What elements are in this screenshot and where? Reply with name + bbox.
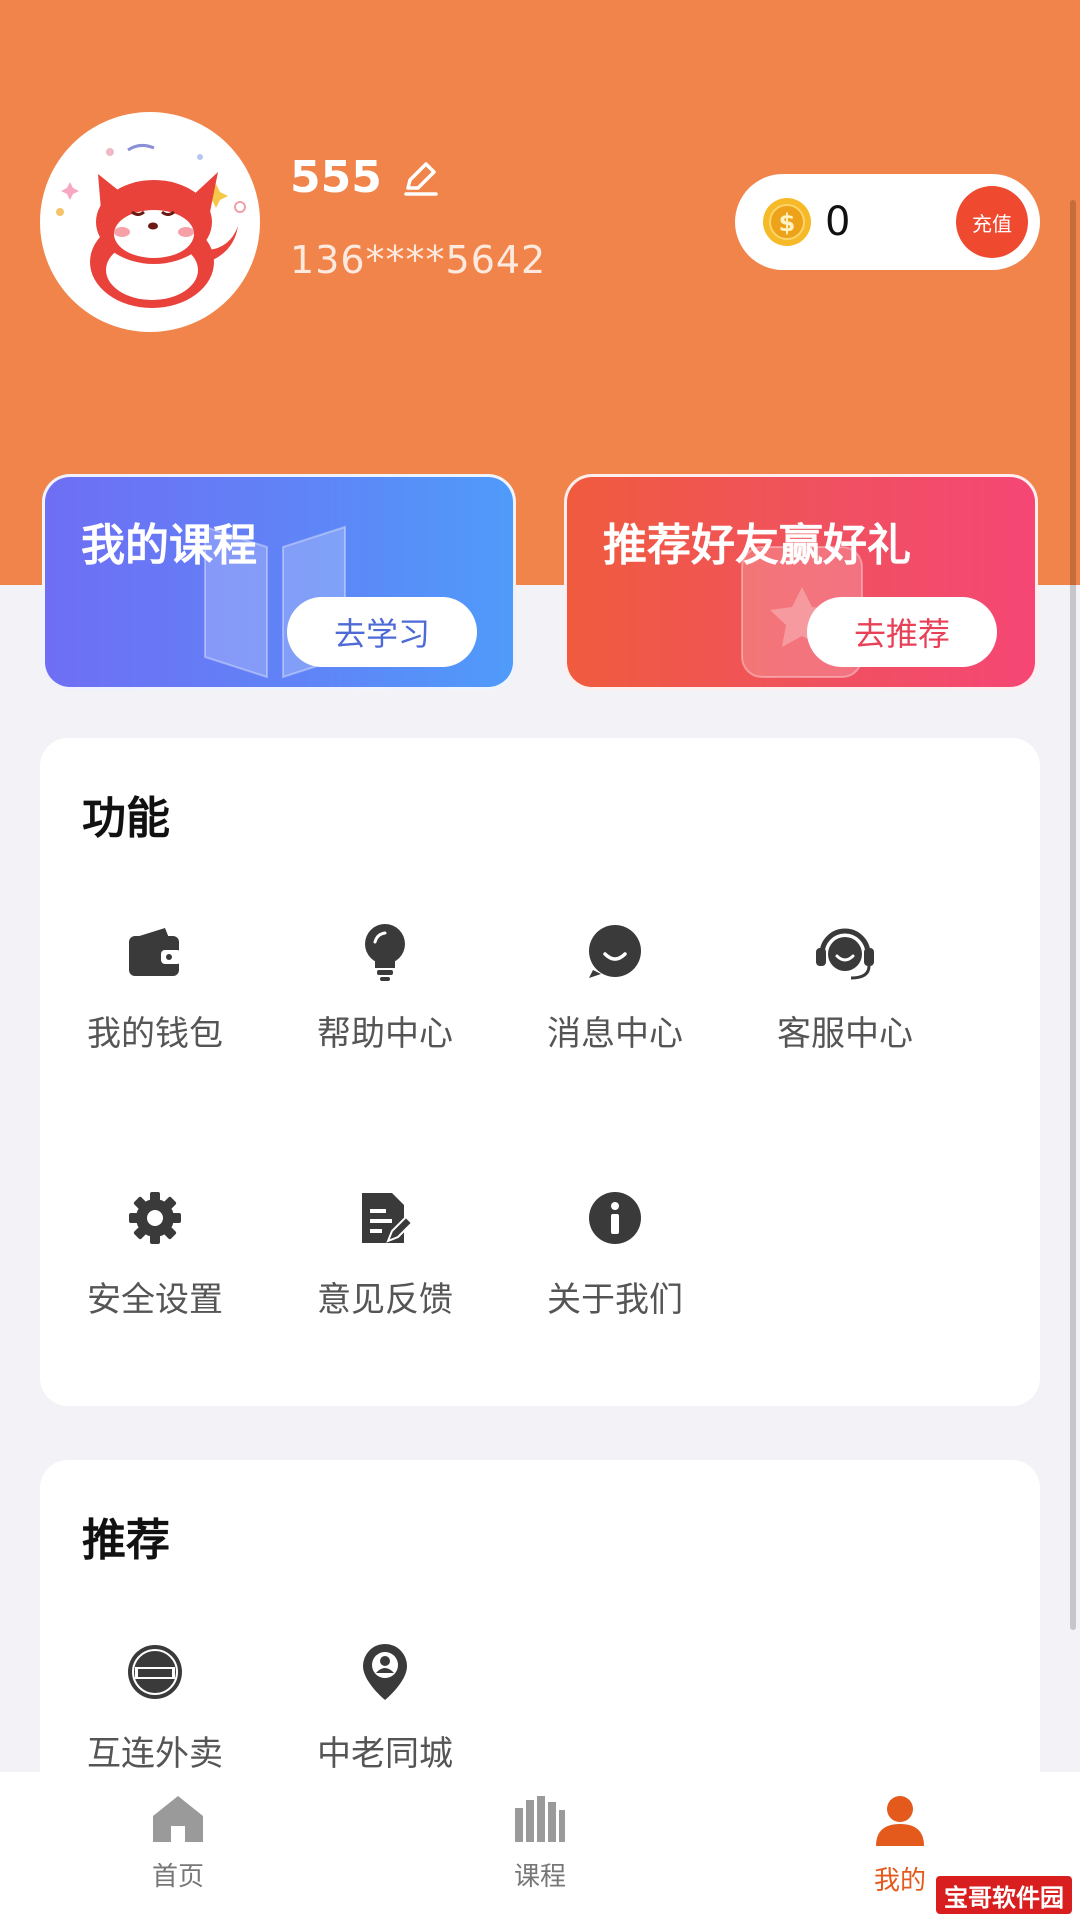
about-us-label: 关于我们 xyxy=(547,1280,683,1320)
help-center-item[interactable]: 帮助中心 xyxy=(270,920,500,1055)
avatar[interactable] xyxy=(40,112,260,332)
wallet-label: 我的钱包 xyxy=(87,1014,223,1054)
message-icon xyxy=(583,920,647,984)
headset-icon xyxy=(813,920,877,984)
hulian-takeout-item[interactable]: 互连外卖 xyxy=(40,1640,270,1775)
feedback-item[interactable]: 意见反馈 xyxy=(270,1186,500,1321)
scrollbar[interactable] xyxy=(1070,200,1076,1630)
tab-mine-label: 我的 xyxy=(873,1866,926,1896)
bottom-tab-bar: 首页 课程 我的 xyxy=(0,1772,1080,1920)
gear-icon xyxy=(123,1186,187,1250)
go-study-button[interactable]: 去学习 xyxy=(287,597,477,667)
help-center-label: 帮助中心 xyxy=(317,1014,453,1054)
lightbulb-icon xyxy=(353,920,417,984)
gold-coin-icon: $ xyxy=(763,198,811,246)
phone-number: 136****5642 xyxy=(290,238,547,282)
tab-home-label: 首页 xyxy=(151,1862,204,1892)
message-center-item[interactable]: 消息中心 xyxy=(500,920,730,1055)
user-icon xyxy=(876,1796,924,1846)
refer-friends-card[interactable]: 推荐好友赢好礼 去推荐 xyxy=(564,474,1038,690)
zhonglao-tongcheng-label: 中老同城 xyxy=(317,1734,453,1774)
message-center-label: 消息中心 xyxy=(547,1014,683,1054)
tab-courses[interactable]: 课程 xyxy=(440,1794,640,1893)
features-title: 功能 xyxy=(82,793,170,844)
customer-service-item[interactable]: 客服中心 xyxy=(730,920,960,1055)
recharge-button[interactable]: 充值 xyxy=(956,186,1028,258)
recommend-panel: 推荐 互连外卖 中老同城 xyxy=(40,1460,1040,1800)
recommend-title: 推荐 xyxy=(82,1515,170,1566)
feedback-label: 意见反馈 xyxy=(317,1280,453,1320)
wallet-icon xyxy=(123,920,187,984)
wallet-item[interactable]: 我的钱包 xyxy=(40,920,270,1055)
tab-courses-label: 课程 xyxy=(513,1862,566,1892)
svg-text:$: $ xyxy=(779,209,796,237)
go-refer-button[interactable]: 去推荐 xyxy=(807,597,997,667)
refer-friends-title: 推荐好友赢好礼 xyxy=(603,520,911,571)
my-courses-card[interactable]: 我的课程 去学习 xyxy=(42,474,516,690)
my-courses-title: 我的课程 xyxy=(81,520,257,571)
username: 555 xyxy=(290,152,382,203)
edit-pencil-icon[interactable] xyxy=(400,158,440,198)
hulian-takeout-label: 互连外卖 xyxy=(87,1734,223,1774)
coin-balance-pill[interactable]: $ 0 充值 xyxy=(735,174,1040,270)
username-row[interactable]: 555 xyxy=(290,152,440,203)
features-panel: 功能 我的钱包 帮助中心 消息中心 客服中心 安全设置 意见反馈 关于我们 xyxy=(40,738,1040,1406)
books-icon xyxy=(515,1796,565,1842)
watermark: 宝哥软件园 xyxy=(936,1876,1072,1914)
feedback-icon xyxy=(353,1186,417,1250)
security-settings-item[interactable]: 安全设置 xyxy=(40,1186,270,1321)
tab-home[interactable]: 首页 xyxy=(78,1794,278,1893)
coin-balance: 0 xyxy=(825,199,851,245)
location-pin-icon xyxy=(353,1640,417,1704)
home-icon xyxy=(153,1796,203,1842)
info-icon xyxy=(583,1186,647,1250)
security-settings-label: 安全设置 xyxy=(87,1280,223,1320)
zhonglao-tongcheng-item[interactable]: 中老同城 xyxy=(270,1640,500,1775)
fox-mascot-icon xyxy=(56,143,246,308)
hulian-logo-icon xyxy=(123,1640,187,1704)
customer-service-label: 客服中心 xyxy=(777,1014,913,1054)
about-us-item[interactable]: 关于我们 xyxy=(500,1186,730,1321)
